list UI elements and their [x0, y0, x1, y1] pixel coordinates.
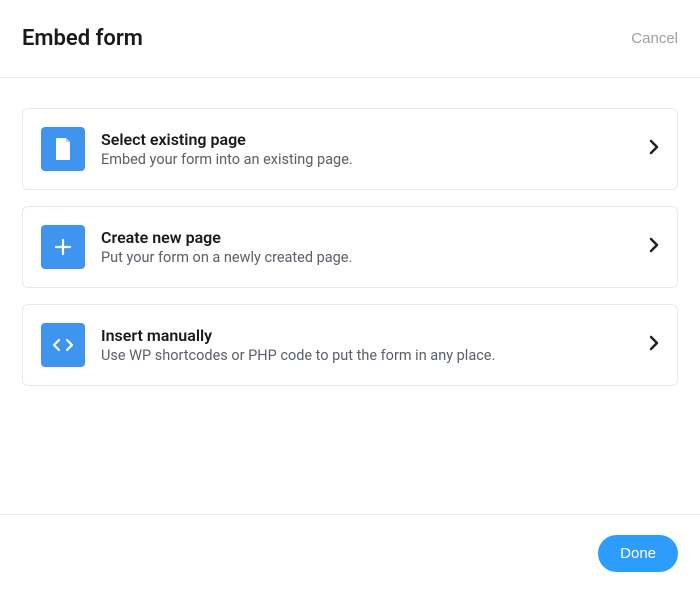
- option-create-new-page[interactable]: Create new page Put your form on a newly…: [22, 206, 678, 288]
- done-button[interactable]: Done: [598, 535, 678, 572]
- option-description: Put your form on a newly created page.: [101, 249, 633, 266]
- option-title: Insert manually: [101, 326, 633, 345]
- chevron-right-icon: [649, 139, 659, 159]
- chevron-right-icon: [649, 237, 659, 257]
- option-select-existing-page[interactable]: Select existing page Embed your form int…: [22, 108, 678, 190]
- option-text: Select existing page Embed your form int…: [101, 130, 633, 168]
- option-insert-manually[interactable]: Insert manually Use WP shortcodes or PHP…: [22, 304, 678, 386]
- option-description: Embed your form into an existing page.: [101, 151, 633, 168]
- modal-header: Embed form Cancel: [0, 0, 700, 78]
- option-text: Insert manually Use WP shortcodes or PHP…: [101, 326, 633, 364]
- cancel-button[interactable]: Cancel: [631, 30, 678, 47]
- modal-title: Embed form: [22, 26, 143, 51]
- option-title: Create new page: [101, 228, 633, 247]
- plus-icon: [41, 225, 85, 269]
- page-icon: [41, 127, 85, 171]
- chevron-right-icon: [649, 335, 659, 355]
- modal-footer: Done: [0, 514, 700, 592]
- code-icon: [41, 323, 85, 367]
- option-title: Select existing page: [101, 130, 633, 149]
- option-text: Create new page Put your form on a newly…: [101, 228, 633, 266]
- options-list: Select existing page Embed your form int…: [0, 78, 700, 406]
- option-description: Use WP shortcodes or PHP code to put the…: [101, 347, 633, 364]
